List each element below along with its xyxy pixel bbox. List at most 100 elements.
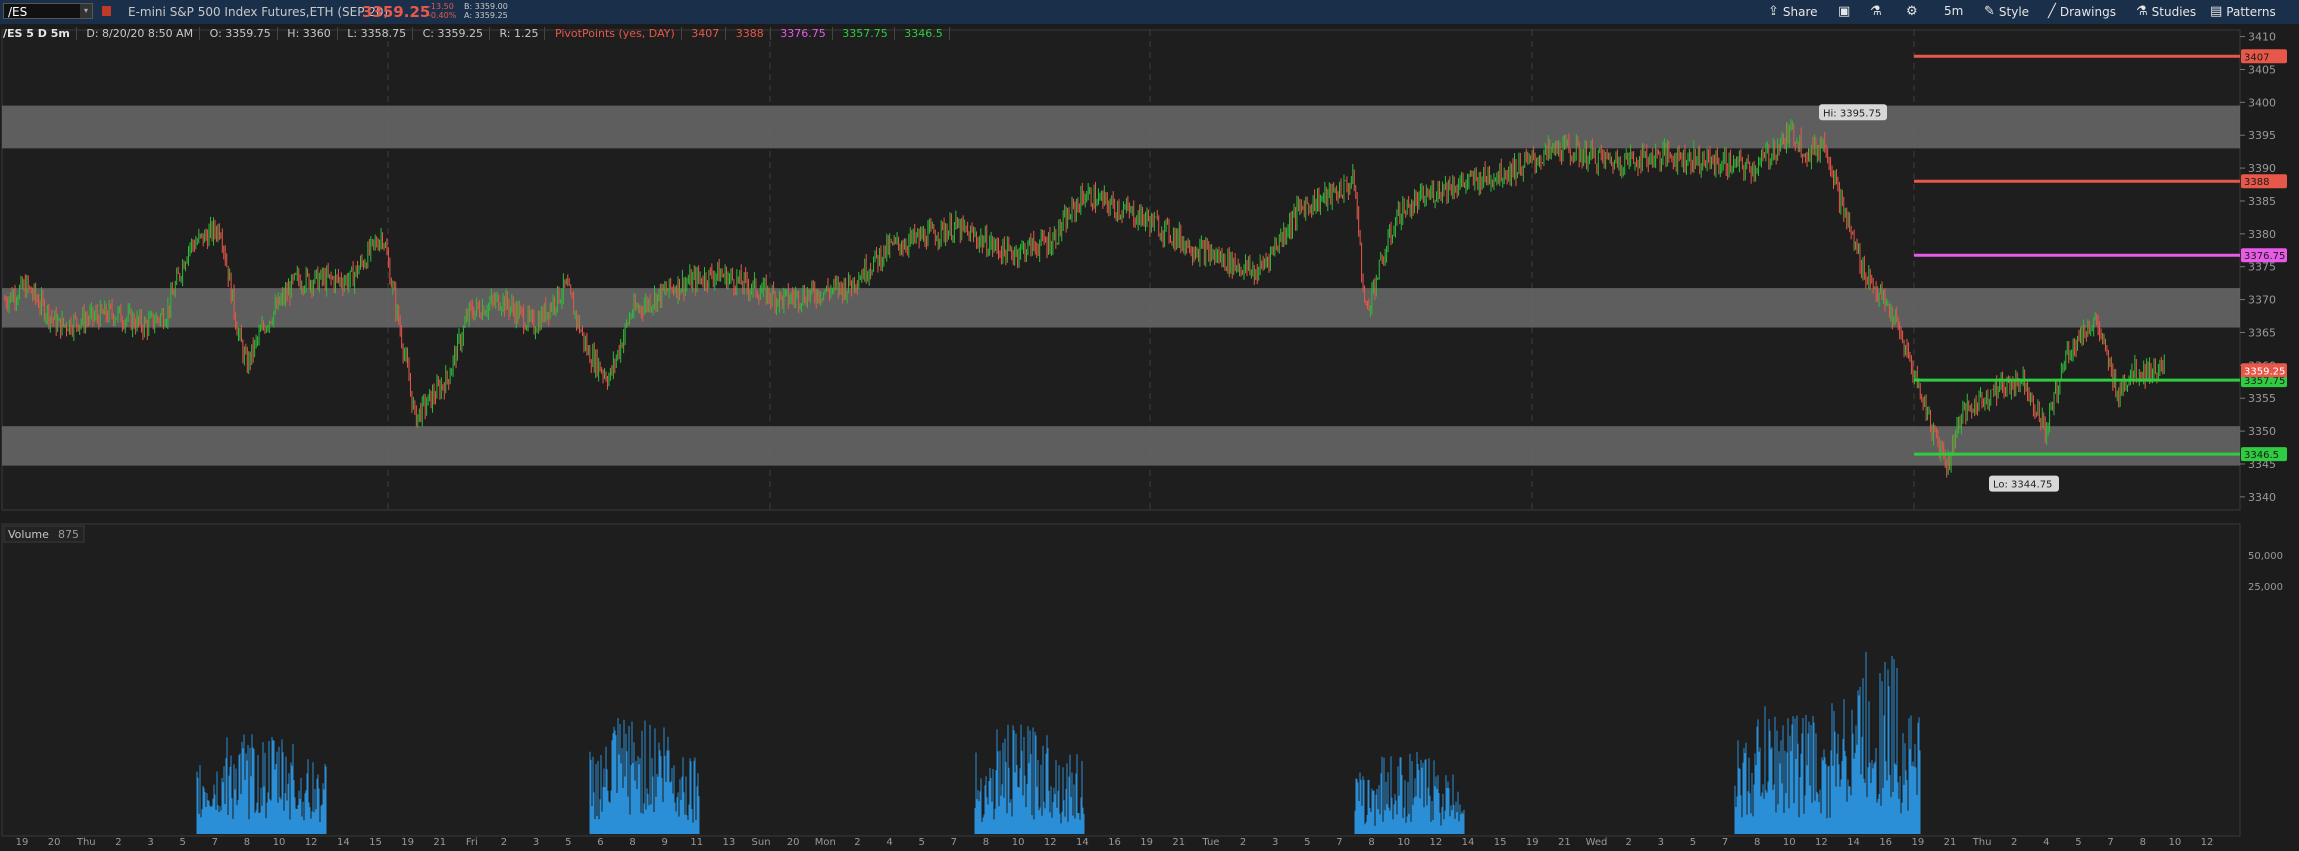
price-tick-label: 3375	[2248, 261, 2276, 274]
time-tick-label: 7	[1336, 837, 1342, 848]
time-tick-label: Wed	[1586, 837, 1608, 848]
drawings-label: Drawings	[2059, 4, 2116, 19]
time-tick-label: 8	[983, 837, 989, 848]
time-tick-label: 5	[179, 837, 185, 848]
patterns-icon: ▤	[2210, 4, 2223, 19]
share-icon: ⇪	[1768, 4, 1779, 19]
chart-label: /ES 5 D 5m	[0, 27, 77, 40]
flask-icon: ⚗	[1870, 4, 1882, 19]
pivot-label: 3376.75	[2244, 251, 2285, 262]
pivot-label: 3346.5	[2244, 450, 2279, 461]
study-name[interactable]: PivotPoints (yes, DAY)	[554, 27, 682, 40]
price-tick-label: 3380	[2248, 228, 2276, 241]
pivot-value-s2: 3346.5	[904, 27, 950, 40]
time-tick-label: 19	[1140, 837, 1153, 848]
timeframe-button[interactable]: 5m	[1944, 4, 1963, 18]
time-tick-label: 19	[1911, 837, 1924, 848]
gear-icon: ⚙	[1906, 4, 1918, 19]
time-tick-label: Mon	[815, 837, 836, 848]
price-tick-label: 3410	[2248, 31, 2276, 44]
time-tick-label: 21	[433, 837, 446, 848]
support-resistance-zone	[2, 288, 2240, 328]
time-tick-label: 14	[1076, 837, 1089, 848]
patterns-label: Patterns	[2226, 4, 2276, 19]
time-tick-label: 19	[16, 837, 29, 848]
time-tick-label: 7	[2107, 837, 2113, 848]
time-tick-label: 5	[2075, 837, 2081, 848]
support-resistance-zone	[2, 105, 2240, 149]
price-chart[interactable]: 3410340534003395339033853380337533703365…	[0, 24, 2299, 851]
current-price-label: 3359.25	[2244, 366, 2285, 377]
flask-button[interactable]: ⚗	[1870, 4, 1882, 19]
style-icon: ✎	[1984, 4, 1995, 19]
time-tick-label: 14	[1462, 837, 1475, 848]
style-button[interactable]: ✎ Style	[1984, 4, 2029, 19]
chart-icon: ▣	[1838, 4, 1851, 19]
time-tick-label: Thu	[1972, 837, 1992, 848]
symbol-dropdown-icon[interactable]: ▾	[80, 4, 92, 18]
pct-change: -0.40%	[428, 11, 457, 20]
pivot-value-r1: 3388	[735, 27, 771, 40]
time-tick-label: 8	[1368, 837, 1374, 848]
share-label: Share	[1782, 4, 1818, 19]
patterns-button[interactable]: ▤ Patterns	[2210, 4, 2276, 19]
time-tick-label: 8	[2140, 837, 2146, 848]
chart-settings-button[interactable]: ▣	[1838, 4, 1850, 19]
link-color-icon[interactable]	[102, 6, 111, 16]
time-tick-label: 19	[1526, 837, 1539, 848]
bid-ask-block: B: 3359.00 A: 3359.25	[464, 2, 508, 20]
price-tick-label: 3365	[2248, 326, 2276, 339]
time-tick-label: 20	[48, 837, 61, 848]
share-button[interactable]: ⇪ Share	[1768, 4, 1818, 19]
time-tick-label: 12	[305, 837, 318, 848]
time-tick-label: 8	[629, 837, 635, 848]
time-tick-label: 3	[1658, 837, 1664, 848]
time-tick-label: Sun	[752, 837, 771, 848]
gear-button[interactable]: ⚙	[1906, 4, 1918, 19]
time-tick-label: 2	[501, 837, 507, 848]
pivot-label: 3388	[2244, 177, 2269, 188]
time-tick-label: 6	[597, 837, 603, 848]
time-tick-label: 3	[1272, 837, 1278, 848]
price-tick-label: 3385	[2248, 195, 2276, 208]
price-tick-label: 3355	[2248, 392, 2276, 405]
time-tick-label: 10	[1397, 837, 1410, 848]
time-tick-label: 16	[1879, 837, 1892, 848]
time-tick-label: 20	[787, 837, 800, 848]
time-tick-label: 5	[919, 837, 925, 848]
bid-price: B: 3359.00	[464, 2, 508, 11]
header-open: O: 3359.75	[209, 27, 278, 40]
time-tick-label: 21	[1172, 837, 1185, 848]
time-tick-label: 16	[1108, 837, 1121, 848]
last-price: 3359.25	[362, 3, 431, 21]
drawings-button[interactable]: ╱ Drawings	[2048, 4, 2116, 19]
time-tick-label: 8	[244, 837, 250, 848]
time-tick-label: 2	[115, 837, 121, 848]
time-tick-label: 7	[212, 837, 218, 848]
style-label: Style	[1998, 4, 2030, 19]
studies-button[interactable]: ⚗ Studies	[2136, 4, 2196, 19]
time-tick-label: Thu	[76, 837, 96, 848]
time-tick-label: 5	[1304, 837, 1310, 848]
time-tick-label: 12	[1044, 837, 1057, 848]
support-resistance-zone	[2, 426, 2240, 466]
price-tick-label: 3400	[2248, 96, 2276, 109]
pivot-value-s1: 3357.75	[842, 27, 895, 40]
time-tick-label: 12	[2201, 837, 2214, 848]
time-tick-label: 8	[1754, 837, 1760, 848]
time-tick-label: Fri	[466, 837, 478, 848]
instrument-description: E-mini S&P 500 Index Futures,ETH (SEP 20…	[128, 5, 389, 19]
price-tick-label: 3405	[2248, 63, 2276, 76]
price-tick-label: 3340	[2248, 491, 2276, 504]
time-tick-label: 12	[1815, 837, 1828, 848]
change-block: -13.50 -0.40%	[428, 2, 456, 20]
price-tick-label: 3350	[2248, 425, 2276, 438]
timeframe-label: 5m	[1944, 4, 1964, 18]
volume-tick-label: 50,000	[2248, 551, 2283, 562]
toolbar: /ES ▾ E-mini S&P 500 Index Futures,ETH (…	[0, 0, 2299, 25]
low-callout-label: Lo: 3344.75	[1993, 480, 2052, 491]
ask-price: A: 3359.25	[464, 11, 508, 20]
time-tick-label: Tue	[1201, 837, 1219, 848]
header-low: L: 3358.75	[347, 27, 414, 40]
net-change: -13.50	[428, 2, 454, 11]
